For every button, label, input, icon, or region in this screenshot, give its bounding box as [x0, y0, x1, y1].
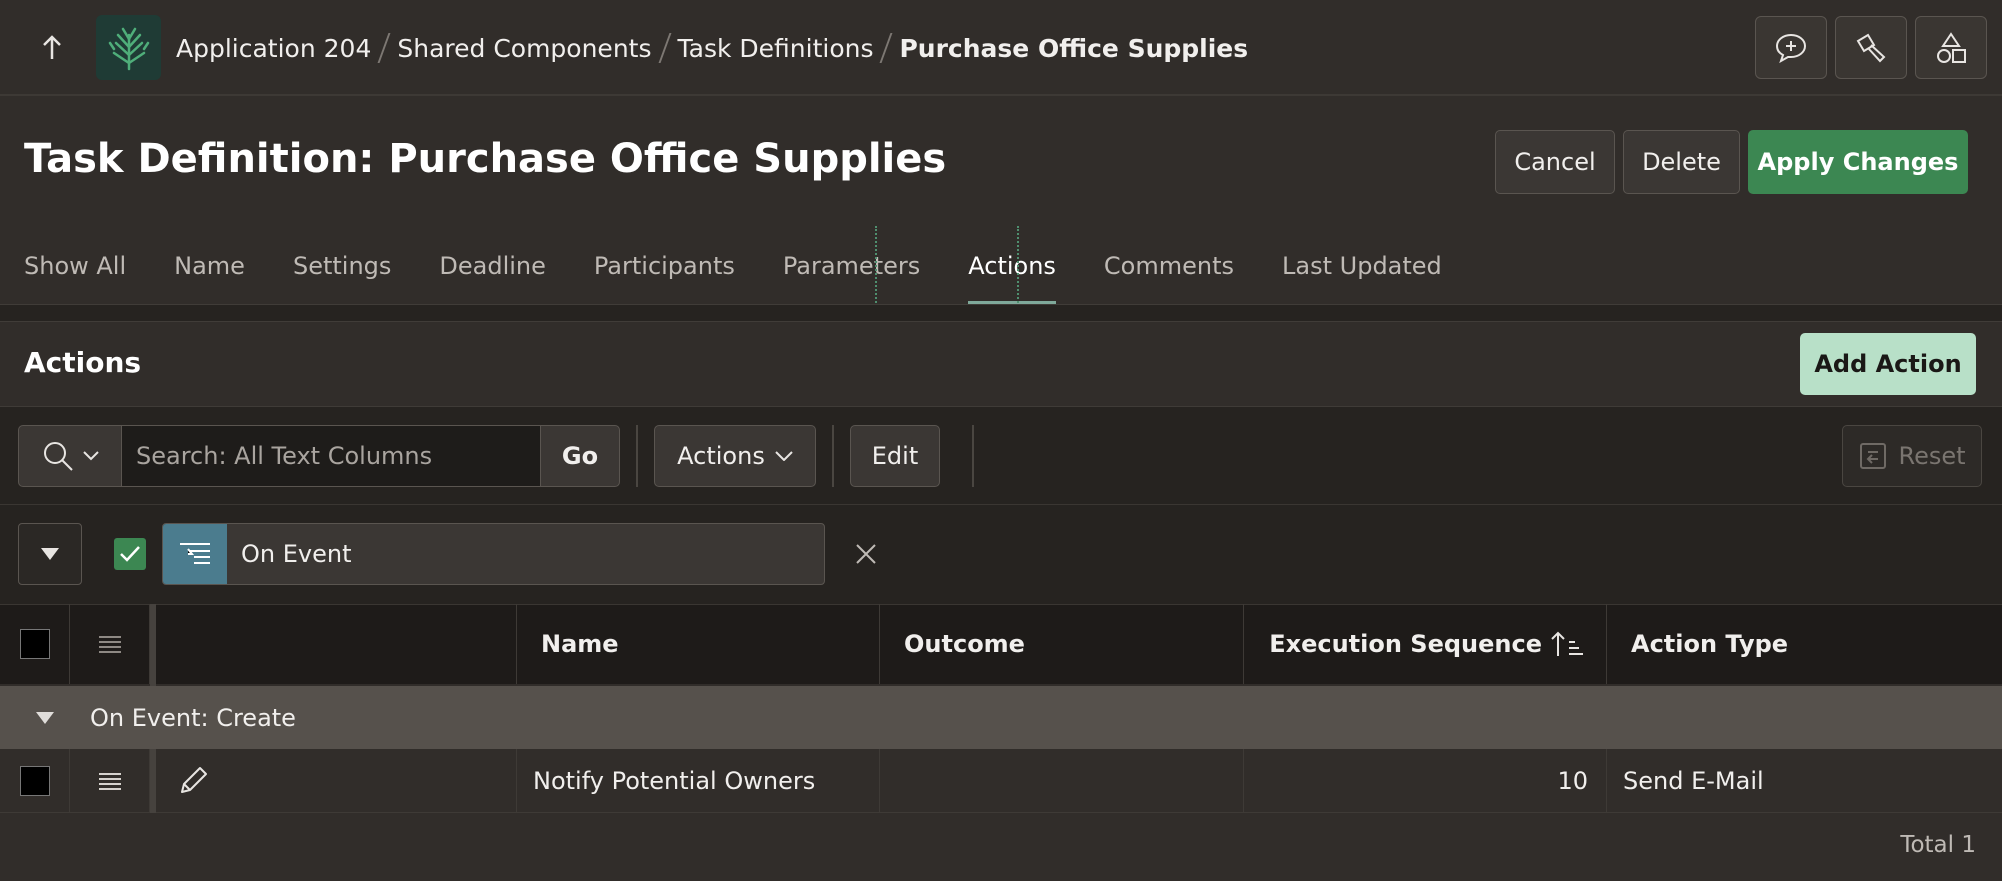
flashlight-icon — [1856, 33, 1886, 62]
focus-indicator-left — [875, 226, 877, 306]
edit-cell — [156, 749, 517, 813]
row-select-cell — [0, 749, 70, 813]
column-header-name[interactable]: Name — [517, 604, 880, 684]
tab-bar: Show All Name Settings Deadline Particip… — [24, 240, 1490, 306]
control-break-row[interactable]: On Event: Create — [0, 686, 2002, 749]
region-title: Actions — [24, 346, 142, 379]
total-count: Total 1 — [1900, 832, 1976, 858]
up-arrow-icon[interactable] — [34, 30, 70, 66]
reset-button[interactable]: Reset — [1842, 425, 1982, 487]
app-logo-icon[interactable] — [96, 15, 161, 80]
apply-changes-button[interactable]: Apply Changes — [1748, 130, 1968, 194]
breadcrumb-separator — [880, 33, 893, 63]
cell-outcome[interactable] — [880, 749, 1244, 813]
breadcrumb-current: Purchase Office Supplies — [899, 33, 1249, 63]
delete-button[interactable]: Delete — [1623, 130, 1740, 194]
search-column-selector[interactable] — [18, 425, 122, 487]
cell-execution-sequence[interactable]: 10 — [1244, 749, 1607, 813]
chevron-down-icon — [83, 451, 99, 461]
tab-last-updated[interactable]: Last Updated — [1282, 240, 1442, 306]
toolbar-separator — [972, 425, 974, 487]
comment-plus-button[interactable] — [1755, 16, 1827, 79]
column-header-outcome-label: Outcome — [904, 630, 1025, 658]
cell-action-type[interactable]: Send E-Mail — [1607, 749, 2002, 813]
hamburger-icon — [98, 633, 121, 656]
tabs-divider — [0, 304, 2002, 322]
go-button[interactable]: Go — [540, 425, 620, 487]
tab-comments[interactable]: Comments — [1104, 240, 1234, 306]
filter-label: On Event — [241, 540, 352, 568]
shapes-icon — [1937, 31, 1966, 63]
row-actions-menu-icon[interactable] — [98, 770, 121, 793]
select-all-checkbox[interactable] — [19, 629, 50, 659]
breadcrumb-item-task-definitions[interactable]: Task Definitions — [678, 34, 874, 63]
column-header-execution-sequence[interactable]: Execution Sequence — [1244, 604, 1607, 684]
row-actions-header — [70, 604, 150, 684]
edit-column-header — [156, 604, 517, 684]
search-icon — [44, 442, 73, 471]
breadcrumb-separator — [658, 33, 671, 63]
comment-plus-icon — [1775, 33, 1807, 63]
sort-ascending-icon — [1551, 631, 1583, 656]
toolbar-separator — [636, 425, 638, 487]
tab-actions[interactable]: Actions — [968, 240, 1056, 306]
flashlight-button[interactable] — [1835, 16, 1907, 79]
breadcrumb-item-shared-components[interactable]: Shared Components — [397, 34, 651, 63]
collapse-group-icon[interactable] — [36, 711, 54, 724]
toolbar-separator — [832, 425, 834, 487]
close-icon — [856, 544, 876, 564]
column-header-name-label: Name — [541, 630, 619, 658]
remove-filter-button[interactable] — [850, 538, 882, 570]
column-header-outcome[interactable]: Outcome — [880, 604, 1244, 684]
tab-settings[interactable]: Settings — [293, 240, 391, 306]
collapse-filters-button[interactable] — [18, 523, 82, 585]
column-header-action-type[interactable]: Action Type — [1607, 604, 2002, 684]
breadcrumb: Application 204 Shared Components Task D… — [176, 0, 1248, 96]
row-actions-cell — [70, 749, 150, 813]
column-header-action-type-label: Action Type — [1631, 630, 1789, 658]
triangle-down-icon — [41, 548, 59, 560]
chevron-down-icon — [775, 451, 793, 461]
actions-menu-label: Actions — [677, 442, 765, 470]
cancel-button[interactable]: Cancel — [1495, 130, 1615, 194]
shapes-button[interactable] — [1915, 16, 1987, 79]
pencil-icon[interactable] — [176, 764, 210, 798]
group-label: On Event: Create — [90, 703, 296, 732]
edit-button[interactable]: Edit — [850, 425, 940, 487]
reset-label: Reset — [1898, 442, 1966, 470]
row-select-checkbox[interactable] — [19, 766, 50, 796]
column-header-execution-sequence-label: Execution Sequence — [1269, 630, 1542, 658]
tab-parameters[interactable]: Parameters — [783, 240, 920, 306]
tab-name[interactable]: Name — [174, 240, 245, 306]
select-all-cell — [0, 604, 70, 684]
tab-show-all[interactable]: Show All — [24, 240, 126, 306]
cell-name[interactable]: Notify Potential Owners — [517, 749, 880, 813]
actions-menu-button[interactable]: Actions — [654, 425, 816, 487]
filter-enabled-checkbox[interactable] — [114, 538, 146, 570]
check-icon — [120, 546, 140, 562]
add-action-button[interactable]: Add Action — [1800, 333, 1976, 395]
control-break-icon — [163, 524, 227, 584]
reset-icon — [1860, 443, 1887, 469]
tab-participants[interactable]: Participants — [594, 240, 735, 306]
focus-indicator-right — [1017, 226, 1019, 306]
breadcrumb-item-application[interactable]: Application 204 — [176, 34, 371, 63]
filter-pill[interactable]: On Event — [162, 523, 825, 585]
search-input[interactable]: Search: All Text Columns — [121, 425, 541, 487]
tab-deadline[interactable]: Deadline — [439, 240, 546, 306]
breadcrumb-separator — [377, 33, 391, 63]
page-title: Task Definition: Purchase Office Supplie… — [24, 136, 947, 182]
